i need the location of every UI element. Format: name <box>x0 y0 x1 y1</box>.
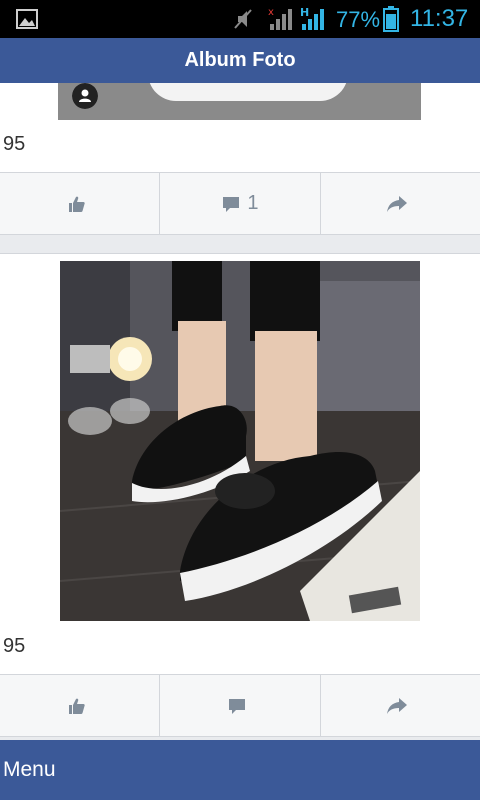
share-arrow-icon <box>387 195 408 212</box>
svg-text:H: H <box>300 6 309 19</box>
photo-feed[interactable]: 95 1 95 <box>0 83 480 740</box>
comment-button[interactable]: 1 <box>160 173 321 234</box>
battery-percent: 77% <box>336 7 381 32</box>
post-caption: 95 <box>3 635 26 657</box>
post-photo[interactable] <box>58 83 421 120</box>
battery-icon <box>383 6 399 32</box>
post-actions <box>0 674 480 736</box>
app-bar: Album Foto <box>0 38 480 83</box>
status-bar: x H 77% 11:37 <box>0 0 480 38</box>
thumbs-up-icon <box>68 698 85 714</box>
like-button[interactable] <box>0 173 161 234</box>
menu-button[interactable]: Menu <box>3 758 56 782</box>
signal-strength-icon: H <box>300 6 324 30</box>
comment-button[interactable] <box>160 675 321 736</box>
signal-no-service-icon: x <box>268 7 292 30</box>
page-title: Album Foto <box>184 49 296 71</box>
shoe-sole <box>148 83 348 101</box>
person-icon <box>72 83 98 109</box>
post-photo[interactable] <box>60 261 420 621</box>
share-button[interactable] <box>321 675 480 736</box>
clock: 11:37 <box>410 5 469 32</box>
bottom-bar: Menu <box>0 740 480 800</box>
comment-icon <box>223 196 240 212</box>
post-card: 95 <box>0 253 480 737</box>
comment-count: 1 <box>247 192 259 214</box>
share-arrow-icon <box>387 697 408 714</box>
thumbs-up-icon <box>68 196 85 212</box>
svg-text:x: x <box>268 7 274 18</box>
mute-icon <box>234 9 252 29</box>
post-actions: 1 <box>0 172 480 234</box>
post-card: 95 1 <box>0 83 480 235</box>
share-button[interactable] <box>321 173 480 234</box>
comment-icon <box>228 698 245 714</box>
image-notification-icon <box>16 9 38 29</box>
post-caption: 95 <box>3 133 26 155</box>
like-button[interactable] <box>0 675 161 736</box>
